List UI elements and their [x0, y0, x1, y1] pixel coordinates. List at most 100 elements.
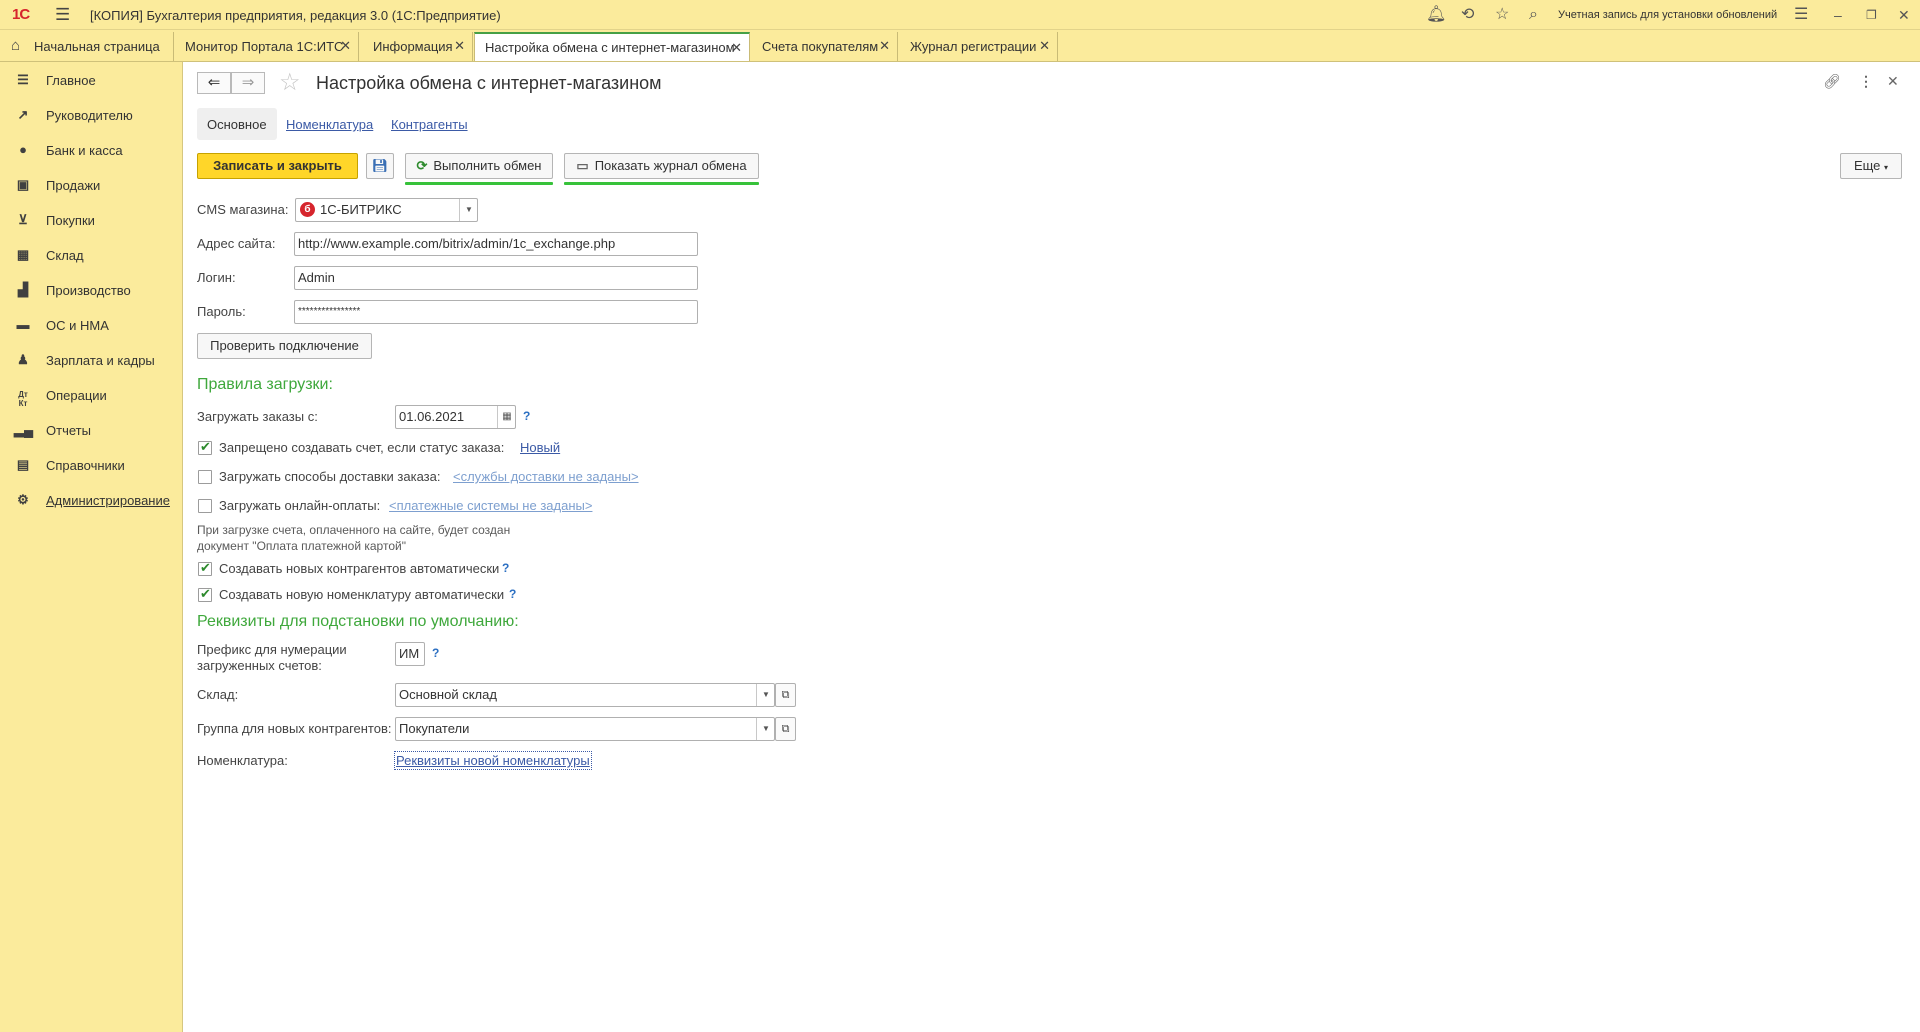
- subtab-main[interactable]: Основное: [197, 108, 277, 140]
- check-connection-button[interactable]: Проверить подключение: [197, 333, 372, 359]
- forward-button[interactable]: ⇒: [231, 72, 265, 94]
- history-icon[interactable]: ⟲: [1461, 5, 1474, 25]
- auto-nomenclature-checkbox[interactable]: [198, 586, 212, 602]
- sidebar-item-main[interactable]: ☰ Главное: [0, 68, 182, 94]
- nomenclature-label: Номенклатура:: [197, 753, 288, 768]
- cms-select[interactable]: б 1С-БИТРИКС ▼: [295, 198, 478, 222]
- sidebar-item-salary[interactable]: ♟ Зарплата и кадры: [0, 348, 182, 374]
- subtab-nomenclature[interactable]: Номенклатура: [286, 108, 373, 140]
- sidebar-item-label: Справочники: [46, 458, 125, 473]
- sidebar-item-manager[interactable]: ↗ Руководителю: [0, 103, 182, 129]
- sidebar-item-reports[interactable]: ▂▄ Отчеты: [0, 418, 182, 444]
- warehouse-select[interactable]: Основной склад ▼: [395, 683, 775, 707]
- auto-nomenclature-label: Создавать новую номенклатуру автоматичес…: [219, 587, 505, 602]
- load-delivery-checkbox[interactable]: [198, 470, 212, 484]
- sidebar-item-sales[interactable]: ▣ Продажи: [0, 173, 182, 199]
- close-tab-icon[interactable]: ✕: [340, 38, 351, 54]
- chevron-down-icon[interactable]: ▼: [756, 718, 774, 740]
- run-exchange-button[interactable]: ⟳ Выполнить обмен: [405, 153, 553, 179]
- subtab-contractors[interactable]: Контрагенты: [391, 108, 468, 140]
- tab-exchange-settings[interactable]: Настройка обмена с интернет-магазином ✕: [474, 32, 750, 61]
- site-label: Адрес сайта:: [197, 236, 276, 251]
- auto-contractors-label: Создавать новых контрагентов автоматичес…: [219, 561, 500, 576]
- tab-customer-invoices[interactable]: Счета покупателям ✕: [752, 32, 898, 61]
- settings-menu-icon[interactable]: ☰: [1794, 5, 1808, 25]
- load-orders-date-value: 01.06.2021: [399, 409, 465, 424]
- sidebar-item-purchases[interactable]: ⊻ Покупки: [0, 208, 182, 234]
- link-icon[interactable]: 🔗︎: [1823, 73, 1841, 90]
- main-menu-icon[interactable]: ☰: [55, 6, 70, 23]
- delivery-services-link[interactable]: <службы доставки не заданы>: [453, 469, 639, 484]
- account-label[interactable]: Учетная запись для установки обновлений: [1558, 9, 1777, 21]
- sidebar-item-administration[interactable]: ⚙ Администрирование: [0, 488, 182, 514]
- favorite-star-icon[interactable]: ☆: [279, 68, 301, 97]
- tab-information[interactable]: Информация ✕: [363, 32, 473, 61]
- contractor-group-label: Группа для новых контрагентов:: [197, 721, 392, 736]
- sidebar-item-assets[interactable]: ▬ ОС и НМА: [0, 313, 182, 339]
- tab-label: Счета покупателям: [762, 39, 879, 54]
- gear-icon: ⚙: [17, 492, 29, 507]
- restore-icon[interactable]: ❐: [1866, 5, 1877, 25]
- close-window-icon[interactable]: ✕: [1898, 5, 1910, 25]
- calendar-icon[interactable]: ▦: [497, 406, 515, 428]
- open-contractor-group-icon[interactable]: ⧉: [775, 717, 796, 741]
- forbid-invoice-label: Запрещено создавать счет, если статус за…: [219, 440, 505, 455]
- tab-label: Монитор Портала 1С:ИТС: [185, 39, 344, 54]
- chevron-down-icon[interactable]: ▼: [756, 684, 774, 706]
- star-icon[interactable]: ☆: [1495, 5, 1509, 25]
- password-label: Пароль:: [197, 304, 246, 319]
- sidebar-item-label: Продажи: [46, 178, 101, 193]
- sidebar-item-warehouse[interactable]: ▦ Склад: [0, 243, 182, 269]
- show-log-button[interactable]: ▭ Показать журнал обмена: [564, 153, 759, 179]
- load-orders-label: Загружать заказы с:: [197, 409, 318, 424]
- tab-event-log[interactable]: Журнал регистрации ✕: [900, 32, 1058, 61]
- forbid-invoice-checkbox[interactable]: [198, 439, 212, 455]
- tab-label: Информация: [373, 39, 453, 54]
- password-field[interactable]: ****************: [294, 300, 698, 324]
- bell-icon[interactable]: 🔔︎: [1426, 5, 1446, 25]
- load-online-payments-checkbox[interactable]: [198, 499, 212, 513]
- save-and-close-button[interactable]: Записать и закрыть: [197, 153, 358, 179]
- close-tab-icon[interactable]: ✕: [1039, 38, 1050, 54]
- close-form-icon[interactable]: ✕: [1887, 73, 1899, 90]
- payment-note: При загрузке счета, оплаченного на сайте…: [197, 522, 510, 554]
- help-icon[interactable]: ?: [502, 561, 509, 575]
- load-orders-date-field[interactable]: 01.06.2021 ▦: [395, 405, 516, 429]
- more-actions-icon[interactable]: ⋮: [1859, 73, 1873, 90]
- close-tab-icon[interactable]: ✕: [879, 38, 890, 54]
- search-icon[interactable]: ⌕: [1529, 5, 1538, 25]
- help-icon[interactable]: ?: [432, 646, 439, 660]
- auto-contractors-checkbox[interactable]: [198, 560, 212, 576]
- close-tab-icon[interactable]: ✕: [454, 38, 465, 54]
- payment-systems-link[interactable]: <платежные системы не заданы>: [389, 498, 592, 513]
- order-status-link[interactable]: Новый: [520, 440, 560, 455]
- chevron-down-icon[interactable]: ▼: [459, 199, 477, 221]
- trend-icon: ↗: [17, 107, 29, 122]
- exchange-settings-form: ⇐ ⇒ ☆ Настройка обмена с интернет-магази…: [183, 62, 1920, 1032]
- tab-portal-monitor[interactable]: Монитор Портала 1С:ИТС ✕: [175, 32, 359, 61]
- prefix-label-line: Префикс для нумерации: [197, 642, 347, 657]
- open-warehouse-icon[interactable]: ⧉: [775, 683, 796, 707]
- new-nomenclature-details-link[interactable]: Реквизиты новой номенклатуры: [394, 751, 592, 770]
- more-button[interactable]: Еще ▾: [1840, 153, 1902, 179]
- sidebar-item-catalogs[interactable]: ▤ Справочники: [0, 453, 182, 479]
- sidebar-item-operations[interactable]: Дт Кт Операции: [0, 383, 182, 409]
- more-label: Еще: [1853, 158, 1881, 173]
- factory-icon: ▟: [18, 282, 28, 297]
- site-address-field[interactable]: http://www.example.com/bitrix/admin/1c_e…: [294, 232, 698, 256]
- help-icon[interactable]: ?: [523, 409, 530, 423]
- bar-chart-icon: ▂▄: [14, 422, 34, 437]
- help-icon[interactable]: ?: [509, 587, 516, 601]
- save-icon[interactable]: 💾︎: [366, 153, 394, 179]
- back-button[interactable]: ⇐: [197, 72, 231, 94]
- contractor-group-select[interactable]: Покупатели ▼: [395, 717, 775, 741]
- login-field[interactable]: Admin: [294, 266, 698, 290]
- payment-note-line: документ "Оплата платежной картой": [197, 539, 406, 553]
- sidebar-item-production[interactable]: ▟ Производство: [0, 278, 182, 304]
- prefix-field[interactable]: ИМ: [395, 642, 425, 666]
- minimize-icon[interactable]: –: [1834, 5, 1842, 25]
- sidebar-item-bank[interactable]: ● Банк и касса: [0, 138, 182, 164]
- close-tab-icon[interactable]: ✕: [731, 40, 742, 56]
- contractor-group-value: Покупатели: [399, 721, 470, 736]
- tab-home[interactable]: ⌂ Начальная страница: [0, 32, 174, 61]
